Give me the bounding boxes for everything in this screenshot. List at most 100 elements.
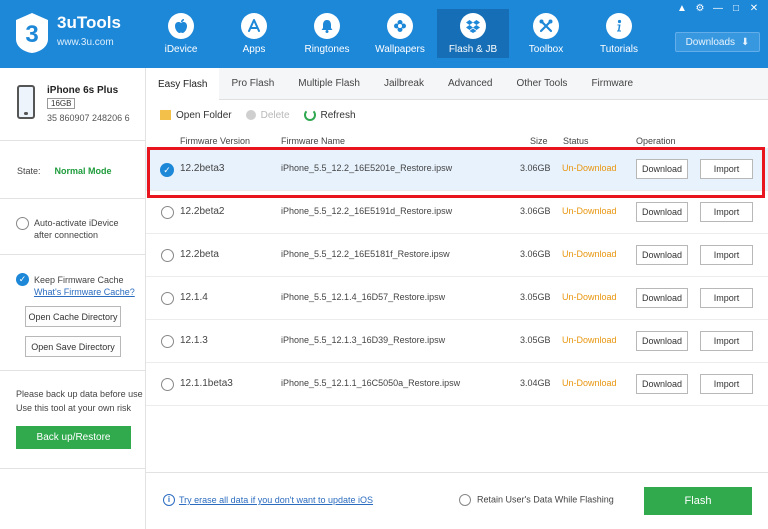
gear-icon[interactable]: ⚙	[694, 3, 706, 15]
row-selected-check-icon[interactable]: ✓	[160, 163, 174, 177]
download-button[interactable]: Download	[636, 331, 688, 351]
open-save-directory-button[interactable]: Open Save Directory	[25, 336, 121, 357]
nav-toolbox[interactable]: Toolbox	[510, 9, 582, 58]
table-row[interactable]: 12.1.3 iPhone_5.5_12.1.3_16D39_Restore.i…	[146, 320, 768, 363]
phone-icon	[17, 85, 35, 119]
header-operation: Operation	[636, 136, 676, 146]
refresh-button[interactable]: Refresh	[303, 109, 356, 121]
flash-tabs: Easy Flash Pro Flash Multiple Flash Jail…	[146, 68, 768, 100]
row-filename: iPhone_5.5_12.1.1_16C5050a_Restore.ipsw	[281, 378, 461, 388]
erase-data-link[interactable]: Try erase all data if you don't want to …	[179, 495, 373, 505]
import-button[interactable]: Import	[700, 288, 753, 308]
delete-icon	[245, 110, 256, 120]
divider	[0, 198, 146, 199]
tab-jailbreak[interactable]: Jailbreak	[372, 68, 436, 99]
table-row[interactable]: 12.2beta iPhone_5.5_12.2_16E5181f_Restor…	[146, 234, 768, 277]
row-filename: iPhone_5.5_12.1.3_16D39_Restore.ipsw	[281, 335, 446, 345]
refresh-label: Refresh	[320, 109, 356, 121]
tab-firmware[interactable]: Firmware	[579, 68, 645, 99]
open-folder-button[interactable]: Open Folder	[160, 110, 232, 121]
auto-activate-radio[interactable]	[16, 217, 29, 230]
shirt-icon[interactable]: ▲	[676, 3, 688, 15]
firmware-cache-link[interactable]: What's Firmware Cache?	[34, 286, 135, 298]
row-radio[interactable]	[161, 249, 174, 262]
row-filename: iPhone_5.5_12.2_16E5201e_Restore.ipsw	[281, 163, 453, 173]
row-size: 3.06GB	[520, 206, 551, 216]
import-button[interactable]: Import	[700, 331, 753, 351]
note-line-2: Use this tool at your own risk	[16, 403, 132, 413]
download-button[interactable]: Download	[636, 288, 688, 308]
row-size: 3.04GB	[520, 378, 551, 388]
divider	[0, 254, 146, 255]
top-bar: 3 3uTools www.3u.com iDevice Apps Ringto…	[0, 0, 768, 68]
download-button[interactable]: Download	[636, 159, 688, 179]
main-nav: iDevice Apps Ringtones Wallpapers Flash …	[145, 9, 656, 58]
window-controls: ▲ ⚙ — □ ✕	[676, 3, 760, 15]
header-status: Status	[563, 136, 589, 146]
backup-restore-button[interactable]: Back up/Restore	[16, 426, 131, 449]
keep-cache-label: Keep Firmware Cache	[34, 275, 124, 285]
tab-pro-flash[interactable]: Pro Flash	[219, 68, 286, 99]
tab-easy-flash[interactable]: Easy Flash	[146, 68, 220, 100]
state-label: State:	[17, 166, 41, 176]
device-serial: 35 860907 248206 6	[47, 113, 130, 123]
delete-label: Delete	[260, 109, 290, 121]
import-button[interactable]: Import	[700, 245, 753, 265]
note-line-1: Please back up data before use	[16, 389, 143, 399]
row-radio[interactable]	[161, 292, 174, 305]
nav-ringtones[interactable]: Ringtones	[291, 9, 363, 58]
flash-button[interactable]: Flash	[644, 487, 752, 515]
open-folder-label: Open Folder	[176, 109, 232, 121]
nav-tutorials[interactable]: Tutorials	[583, 9, 655, 58]
row-filename: iPhone_5.5_12.2_16E5181f_Restore.ipsw	[281, 249, 450, 259]
dropbox-icon	[460, 13, 486, 39]
row-radio[interactable]	[161, 378, 174, 391]
nav-flash-jb[interactable]: Flash & JB	[437, 9, 509, 58]
table-row[interactable]: ✓ 12.2beta3 iPhone_5.5_12.2_16E5201e_Res…	[146, 148, 768, 191]
nav-wallpapers[interactable]: Wallpapers	[364, 9, 436, 58]
tab-other-tools[interactable]: Other Tools	[504, 68, 579, 99]
divider	[0, 140, 146, 141]
row-size: 3.06GB	[520, 163, 551, 173]
close-icon[interactable]: ✕	[748, 3, 760, 15]
backup-note: Please back up data before use Use this …	[16, 387, 143, 415]
table-row[interactable]: 12.1.4 iPhone_5.5_12.1.4_16D57_Restore.i…	[146, 277, 768, 320]
device-capacity-badge: 16GB	[47, 98, 76, 109]
minimize-icon[interactable]: —	[712, 3, 724, 15]
row-version: 12.2beta	[180, 249, 219, 260]
retain-data-radio[interactable]	[459, 494, 471, 506]
download-button[interactable]: Download	[636, 202, 688, 222]
nav-label: Tutorials	[600, 44, 638, 55]
auto-activate-label: Auto-activate iDevice after connection	[34, 218, 119, 240]
maximize-icon[interactable]: □	[730, 3, 742, 15]
header-name: Firmware Name	[281, 136, 346, 146]
table-row[interactable]: 12.1.1beta3 iPhone_5.5_12.1.1_16C5050a_R…	[146, 363, 768, 406]
downloads-button[interactable]: Downloads ⬇	[675, 32, 760, 52]
nav-idevice[interactable]: iDevice	[145, 9, 217, 58]
row-radio[interactable]	[161, 206, 174, 219]
row-radio[interactable]	[161, 335, 174, 348]
nav-apps[interactable]: Apps	[218, 9, 290, 58]
retain-data-label: Retain User's Data While Flashing	[477, 494, 614, 505]
left-panel: iPhone 6s Plus 16GB 35 860907 248206 6 S…	[0, 68, 146, 529]
keep-cache-check-icon[interactable]: ✓	[16, 273, 29, 286]
retain-data-option[interactable]: Retain User's Data While Flashing	[459, 494, 614, 506]
row-version: 12.1.1beta3	[180, 378, 233, 389]
download-button[interactable]: Download	[636, 245, 688, 265]
header-size: Size	[530, 136, 548, 146]
row-status: Un-Download	[562, 163, 617, 173]
row-version: 12.2beta2	[180, 206, 225, 217]
table-row[interactable]: 12.2beta2 iPhone_5.5_12.2_16E5191d_Resto…	[146, 191, 768, 234]
import-button[interactable]: Import	[700, 202, 753, 222]
delete-button[interactable]: Delete	[245, 109, 290, 121]
tab-multiple-flash[interactable]: Multiple Flash	[286, 68, 372, 99]
import-button[interactable]: Import	[700, 159, 753, 179]
download-button[interactable]: Download	[636, 374, 688, 394]
3utools-logo-icon: 3	[16, 13, 48, 53]
tools-icon	[533, 13, 559, 39]
import-button[interactable]: Import	[700, 374, 753, 394]
main-panel: Easy Flash Pro Flash Multiple Flash Jail…	[146, 68, 768, 529]
open-cache-directory-button[interactable]: Open Cache Directory	[25, 306, 121, 327]
tab-advanced[interactable]: Advanced	[436, 68, 504, 99]
brand-name: 3uTools	[57, 13, 121, 32]
